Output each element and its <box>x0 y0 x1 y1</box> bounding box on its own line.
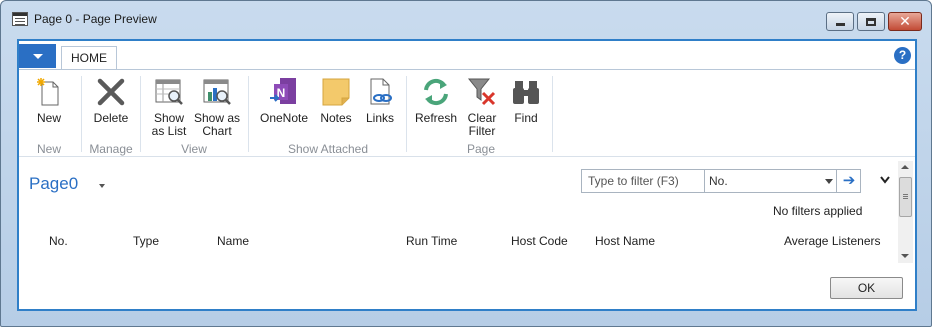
ribbon-group-view: Show as List Show as Chart View <box>142 70 246 158</box>
notes-button[interactable]: Notes <box>314 76 358 125</box>
refresh-label: Refresh <box>414 111 458 125</box>
sticky-note-icon <box>320 76 352 108</box>
refresh-icon <box>420 76 452 108</box>
grip-icon <box>903 194 908 195</box>
vertical-scrollbar[interactable] <box>898 161 913 263</box>
ok-button[interactable]: OK <box>830 277 903 299</box>
minimize-icon <box>835 23 845 26</box>
filter-status: No filters applied <box>773 204 863 218</box>
chart-magnify-icon <box>201 76 233 108</box>
list-magnify-icon <box>153 76 185 108</box>
refresh-button[interactable]: Refresh <box>412 76 460 125</box>
onenote-label: OneNote <box>259 111 309 125</box>
group-label-view: View <box>181 142 207 156</box>
window-table-icon <box>12 12 28 26</box>
new-document-icon <box>33 76 65 108</box>
show-as-list-label-line2: as List <box>151 124 187 138</box>
column-header-name[interactable]: Name <box>217 234 249 248</box>
tab-home[interactable]: HOME <box>61 46 117 70</box>
application-menu-button[interactable] <box>19 44 56 68</box>
filter-box: No. ➔ <box>581 169 861 193</box>
ribbon-group-manage: Delete Manage <box>83 70 139 158</box>
caret-down-icon[interactable] <box>99 184 105 188</box>
show-as-list-button[interactable]: Show as List <box>146 76 192 138</box>
links-button[interactable]: Links <box>358 76 402 125</box>
onenote-button[interactable]: N OneNote <box>256 76 312 125</box>
links-label: Links <box>365 111 394 125</box>
group-label-show-attached: Show Attached <box>287 142 369 156</box>
chevron-down-icon[interactable] <box>879 174 891 186</box>
group-divider <box>140 76 141 152</box>
notes-label: Notes <box>320 111 352 125</box>
arrow-right-icon[interactable]: ➔ <box>838 171 860 191</box>
scroll-thumb[interactable] <box>899 177 912 217</box>
show-as-chart-label-line2: Chart <box>202 124 232 138</box>
ribbon: New New Delete Manage Show as List Show … <box>19 69 915 157</box>
delete-button[interactable]: Delete <box>89 76 133 125</box>
filter-divider <box>704 170 705 192</box>
group-divider <box>406 76 407 152</box>
onenote-icon: N <box>268 76 300 108</box>
ribbon-group-page: Refresh Clear Filter Find Page <box>408 70 554 158</box>
column-header-average-listeners[interactable]: Average Listeners <box>784 234 881 248</box>
maximize-button[interactable] <box>857 12 885 31</box>
page-preview-window: Page 0 - Page Preview ✕ HOME ? New New D… <box>0 0 932 327</box>
caret-down-icon <box>32 53 43 59</box>
ribbon-group-new: New New <box>19 70 79 158</box>
show-as-chart-button[interactable]: Show as Chart <box>192 76 242 138</box>
group-label-page: Page <box>466 142 496 156</box>
scroll-up-icon[interactable] <box>901 165 909 169</box>
title-bar[interactable]: Page 0 - Page Preview ✕ <box>1 1 931 37</box>
column-header-run-time[interactable]: Run Time <box>406 234 457 248</box>
find-label: Find <box>514 111 538 125</box>
column-header-no[interactable]: No. <box>49 234 68 248</box>
close-icon: ✕ <box>899 13 911 30</box>
clear-filter-label-line2: Filter <box>468 124 496 138</box>
filter-field-select[interactable]: No. <box>709 174 728 188</box>
column-header-host-code[interactable]: Host Code <box>511 234 568 248</box>
group-label-manage: Manage <box>89 142 133 156</box>
close-button[interactable]: ✕ <box>888 12 922 31</box>
new-button[interactable]: New <box>27 76 71 125</box>
dropdown-caret-icon[interactable] <box>825 179 833 184</box>
group-divider <box>81 76 82 152</box>
ribbon-tab-bar: HOME ? <box>19 41 915 70</box>
page-client-area: HOME ? New New Delete Manage Show as Lis… <box>17 39 917 311</box>
group-label-new: New <box>36 142 61 156</box>
ribbon-group-show-attached: N OneNote Notes Links Show Attached <box>250 70 406 158</box>
clear-filter-icon <box>466 76 498 108</box>
clear-filter-button[interactable]: Clear Filter <box>460 76 504 138</box>
new-button-label: New <box>36 111 61 125</box>
column-header-host-name[interactable]: Host Name <box>595 234 655 248</box>
find-button[interactable]: Find <box>506 76 546 125</box>
help-icon[interactable]: ? <box>894 47 911 64</box>
filter-input[interactable] <box>582 170 704 192</box>
delete-x-icon <box>95 76 127 108</box>
group-divider <box>248 76 249 152</box>
link-document-icon <box>364 76 396 108</box>
minimize-button[interactable] <box>826 12 854 31</box>
filter-divider <box>836 170 837 192</box>
maximize-icon <box>866 17 876 26</box>
group-divider <box>552 76 553 152</box>
page-title[interactable]: Page0 <box>29 174 78 194</box>
window-title: Page 0 - Page Preview <box>34 12 157 26</box>
delete-button-label: Delete <box>93 111 129 125</box>
scroll-down-icon[interactable] <box>901 254 909 258</box>
column-header-type[interactable]: Type <box>133 234 159 248</box>
binoculars-icon <box>510 76 542 108</box>
